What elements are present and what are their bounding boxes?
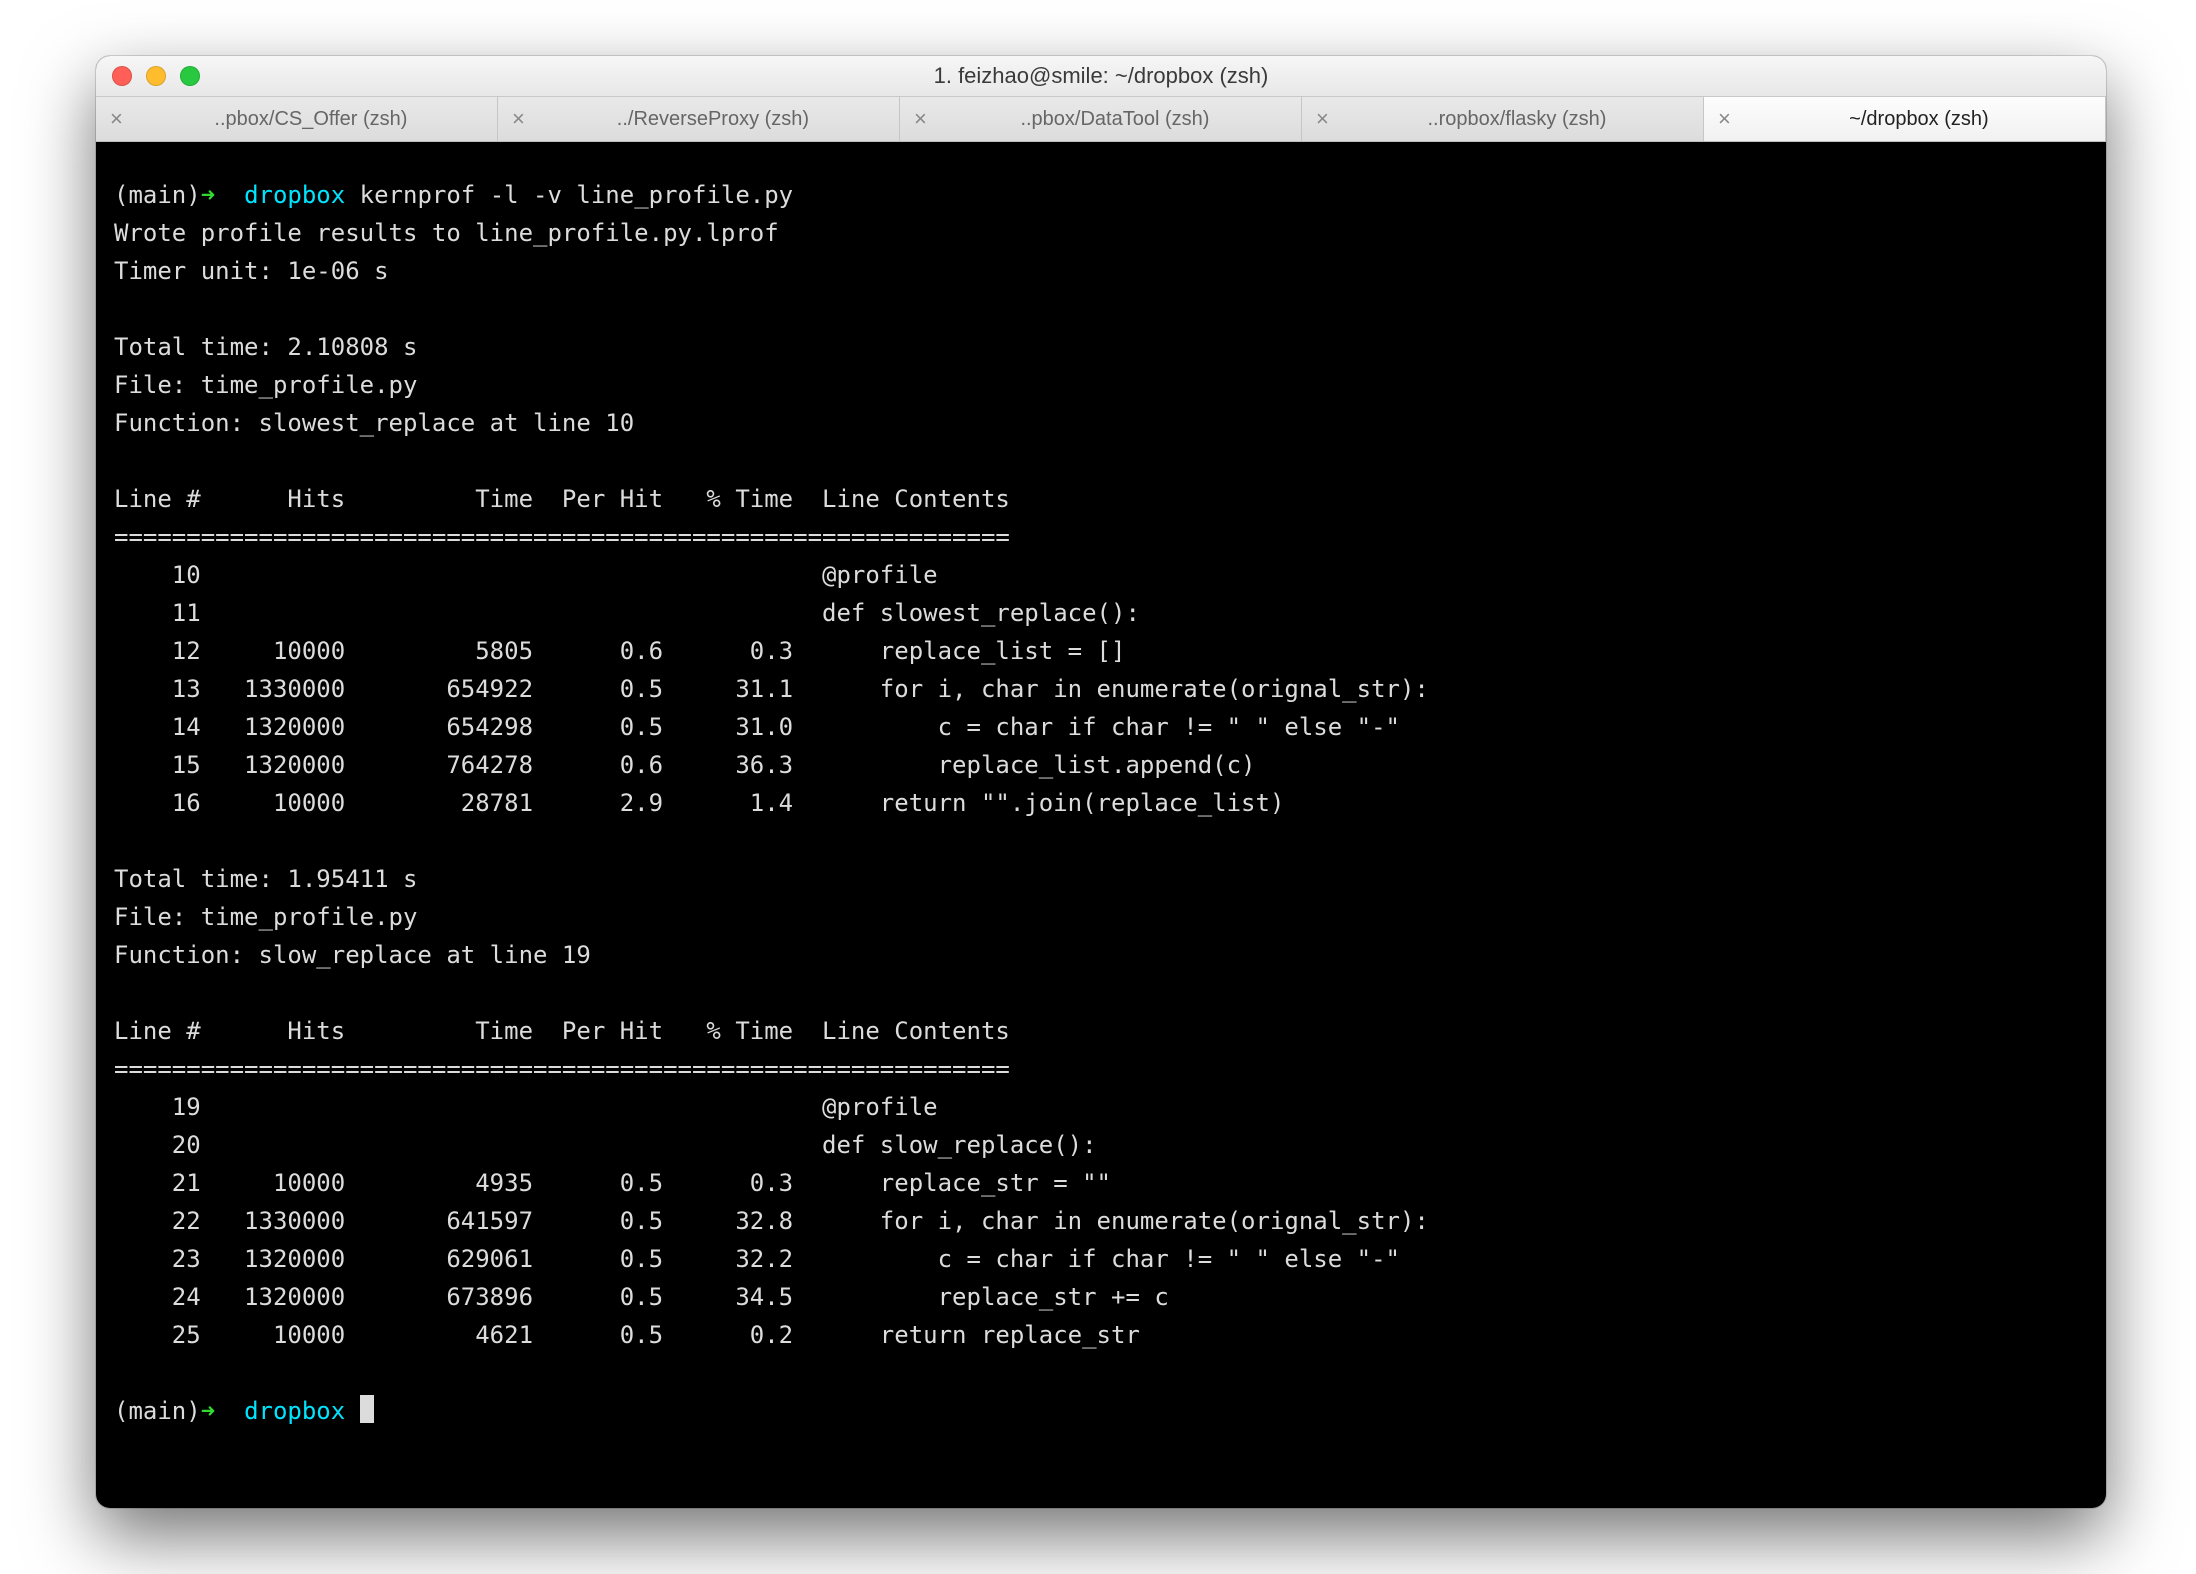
tab-0[interactable]: × ..pbox/CS_Offer (zsh): [96, 97, 498, 141]
terminal-window: 1. feizhao@smile: ~/dropbox (zsh) × ..pbo…: [96, 56, 2106, 1508]
tab-close-icon[interactable]: ×: [1316, 108, 1329, 130]
minimize-icon[interactable]: [146, 66, 166, 86]
tab-bar: × ..pbox/CS_Offer (zsh) × ../ReverseProxy (…: [96, 97, 2106, 142]
tab-4[interactable]: × ~/dropbox (zsh): [1704, 97, 2106, 141]
cursor: [360, 1395, 374, 1423]
tab-label: ..pbox/DataTool (zsh): [943, 108, 1287, 131]
tab-label: ..pbox/CS_Offer (zsh): [139, 108, 483, 131]
zoom-icon[interactable]: [180, 66, 200, 86]
close-icon[interactable]: [112, 66, 132, 86]
tab-label: ../ReverseProxy (zsh): [541, 108, 885, 131]
titlebar[interactable]: 1. feizhao@smile: ~/dropbox (zsh): [96, 56, 2106, 97]
tab-label: ..ropbox/flasky (zsh): [1345, 108, 1689, 131]
tab-close-icon[interactable]: ×: [1718, 108, 1731, 130]
tab-close-icon[interactable]: ×: [110, 108, 123, 130]
tab-2[interactable]: × ..pbox/DataTool (zsh): [900, 97, 1302, 141]
window-controls: [96, 66, 200, 86]
tab-label: ~/dropbox (zsh): [1747, 108, 2091, 131]
tab-close-icon[interactable]: ×: [914, 108, 927, 130]
tab-3[interactable]: × ..ropbox/flasky (zsh): [1302, 97, 1704, 141]
terminal-output[interactable]: (main)➜ dropbox kernprof -l -v line_prof…: [96, 166, 2106, 1484]
tab-close-icon[interactable]: ×: [512, 108, 525, 130]
tab-1[interactable]: × ../ReverseProxy (zsh): [498, 97, 900, 141]
window-title: 1. feizhao@smile: ~/dropbox (zsh): [96, 63, 2106, 89]
